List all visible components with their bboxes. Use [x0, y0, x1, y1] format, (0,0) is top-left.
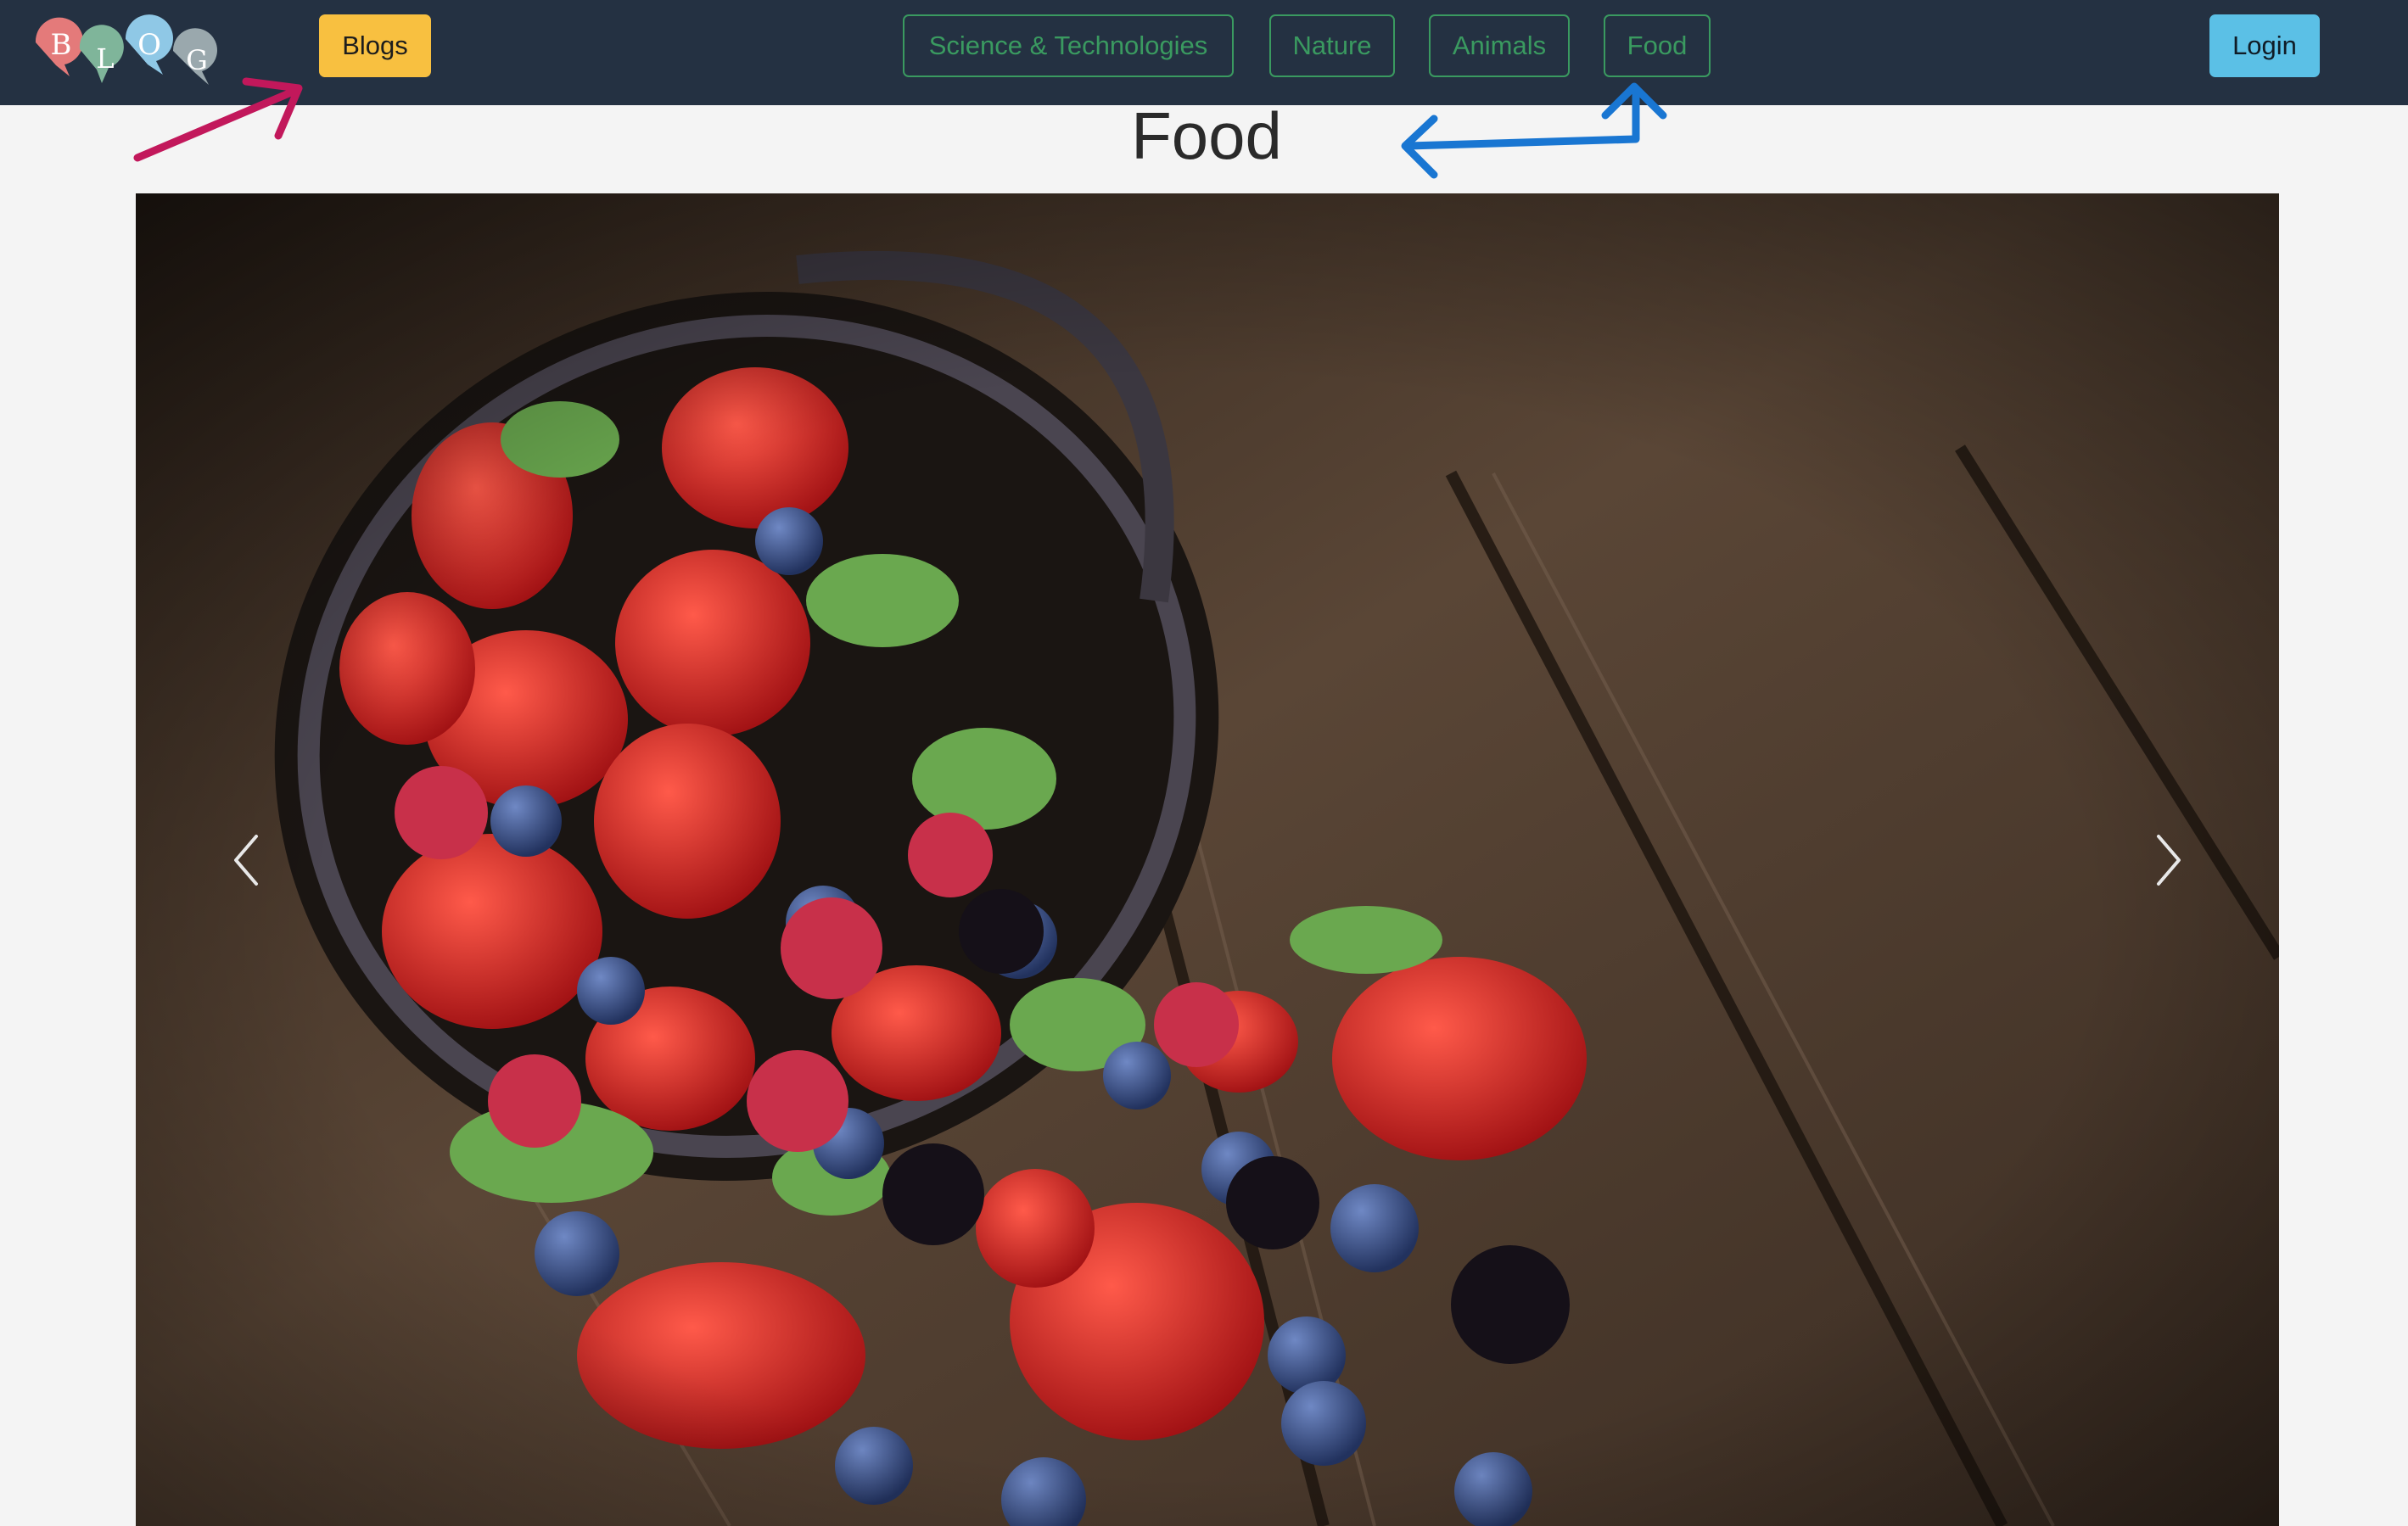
nav-animals[interactable]: Animals: [1429, 14, 1570, 77]
nav-nature[interactable]: Nature: [1269, 14, 1395, 77]
berries-basket-photo: [136, 193, 2279, 1526]
svg-text:G: G: [186, 44, 208, 76]
chevron-right-icon: [2157, 834, 2181, 886]
svg-text:O: O: [137, 28, 161, 62]
svg-text:B: B: [51, 28, 72, 62]
svg-text:L: L: [96, 42, 114, 75]
login-button[interactable]: Login: [2209, 14, 2320, 77]
blogs-button[interactable]: Blogs: [319, 14, 431, 77]
carousel-next-button[interactable]: [2058, 193, 2279, 1526]
blog-logo[interactable]: B L O G: [31, 12, 243, 88]
logo-speech-bubbles-icon: B L O G: [35, 14, 217, 86]
navbar: B L O G Blogs Science & Technologies Nat…: [0, 0, 2408, 105]
nav-science-technologies[interactable]: Science & Technologies: [903, 14, 1234, 77]
image-carousel: [136, 193, 2279, 1526]
carousel-prev-button[interactable]: [136, 193, 356, 1526]
nav-food[interactable]: Food: [1604, 14, 1711, 77]
chevron-left-icon: [234, 834, 258, 886]
page-title: Food: [1131, 98, 1282, 173]
